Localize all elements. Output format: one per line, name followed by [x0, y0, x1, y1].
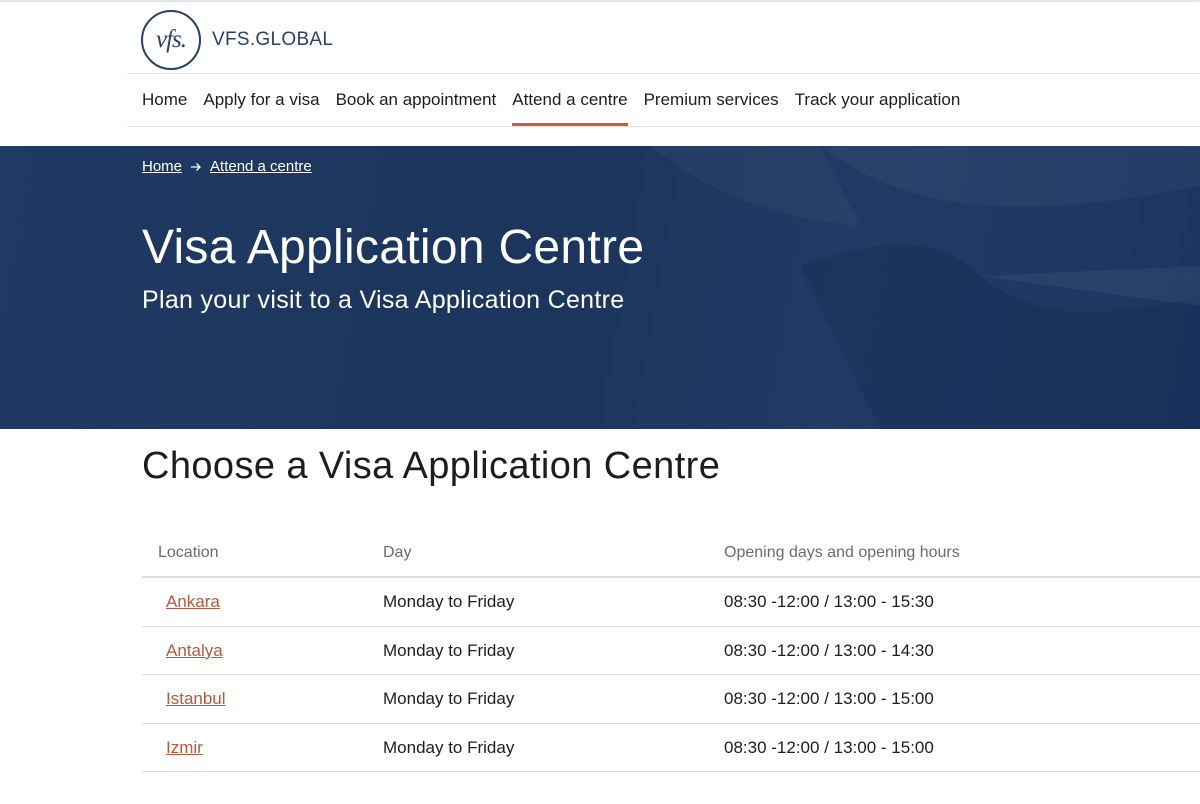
nav-item-premium-services[interactable]: Premium services	[644, 74, 779, 126]
main-navigation: Home Apply for a visa Book an appointmen…	[142, 74, 976, 126]
location-link-izmir[interactable]: Izmir	[166, 738, 203, 758]
vfs-global-logo[interactable]: vfs. VFS.GLOBAL	[141, 10, 333, 70]
hours-cell: 08:30 -12:00 / 13:00 - 15:00	[724, 737, 934, 757]
nav-item-apply-for-a-visa[interactable]: Apply for a visa	[203, 74, 319, 126]
hours-cell: 08:30 -12:00 / 13:00 - 15:30	[724, 592, 934, 611]
logo-wordmark: VFS.GLOBAL	[212, 29, 334, 50]
breadcrumb-home[interactable]: Home	[142, 158, 182, 175]
logo-mark-text: vfs.	[155, 26, 187, 53]
nav-item-track-your-application[interactable]: Track your application	[795, 74, 961, 126]
day-cell: Monday to Friday	[383, 737, 515, 757]
day-cell: Monday to Friday	[383, 640, 515, 660]
day-cell: Monday to Friday	[383, 592, 515, 611]
table-row: Izmir Monday to Friday 08:30 -12:00 / 13…	[142, 724, 1200, 772]
location-link-ankara[interactable]: Ankara	[166, 592, 220, 612]
page-subtitle: Plan your visit to a Visa Application Ce…	[142, 286, 625, 314]
table-row: Antalya Monday to Friday 08:30 -12:00 / …	[142, 627, 1200, 675]
centres-table: Location Day Opening days and opening ho…	[142, 530, 1200, 772]
column-header-location: Location	[158, 544, 219, 561]
logo-emblem: vfs.	[141, 10, 201, 70]
table-row: Istanbul Monday to Friday 08:30 -12:00 /…	[142, 675, 1200, 724]
hero-banner: Home Attend a centre Visa Application Ce…	[0, 146, 1200, 429]
hours-cell: 08:30 -12:00 / 13:00 - 14:30	[724, 640, 934, 660]
nav-divider-bottom	[127, 126, 1200, 127]
day-cell: Monday to Friday	[383, 689, 515, 708]
location-link-istanbul[interactable]: Istanbul	[166, 689, 226, 709]
section-title: Choose a Visa Application Centre	[142, 445, 721, 487]
nav-item-home[interactable]: Home	[142, 74, 187, 126]
nav-item-book-an-appointment[interactable]: Book an appointment	[336, 74, 497, 126]
column-header-opening-hours: Opening days and opening hours	[724, 544, 960, 561]
location-link-antalya[interactable]: Antalya	[166, 641, 223, 661]
nav-item-attend-a-centre[interactable]: Attend a centre	[512, 74, 628, 126]
breadcrumb: Home Attend a centre	[142, 158, 312, 175]
hours-cell: 08:30 -12:00 / 13:00 - 15:00	[724, 689, 934, 708]
table-header: Location Day Opening days and opening ho…	[142, 530, 1200, 578]
table-row: Ankara Monday to Friday 08:30 -12:00 / 1…	[142, 578, 1200, 627]
column-header-day: Day	[383, 544, 412, 561]
page-title: Visa Application Centre	[142, 221, 645, 274]
arrow-right-icon	[190, 161, 202, 173]
breadcrumb-attend-a-centre[interactable]: Attend a centre	[210, 158, 312, 175]
